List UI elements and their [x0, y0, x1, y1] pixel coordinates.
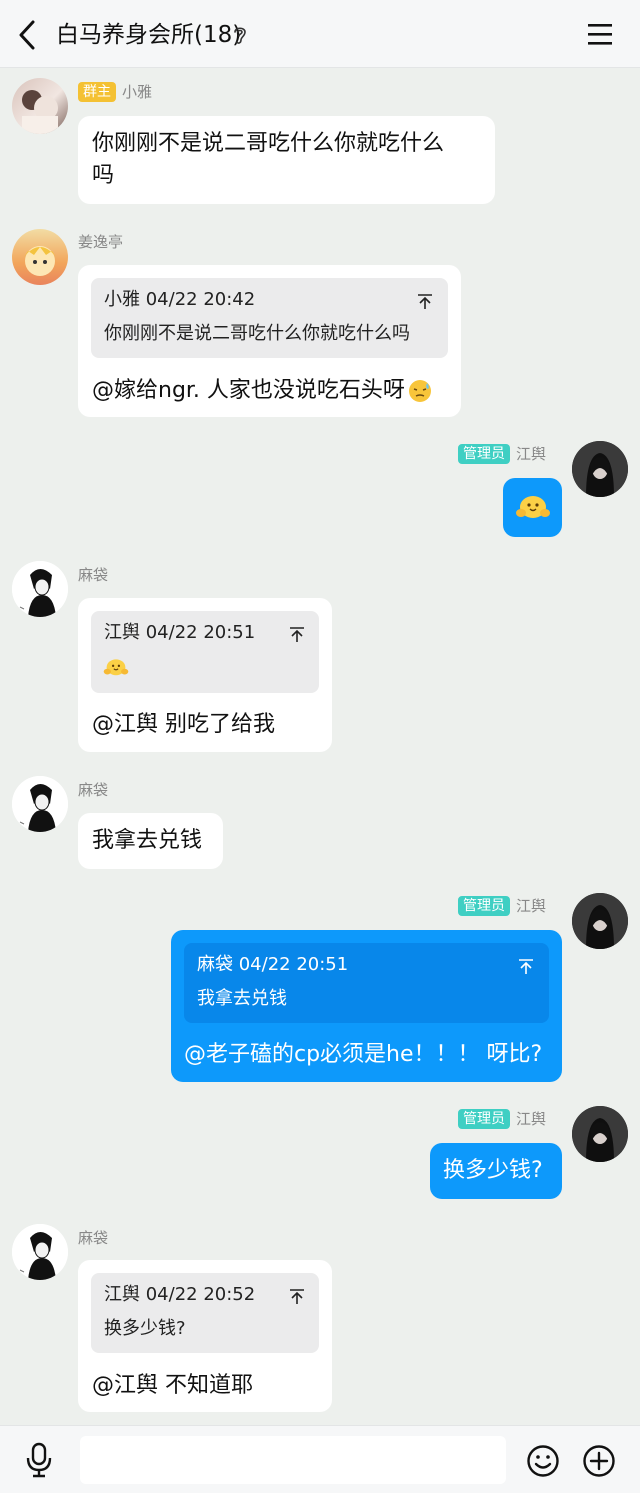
admin-badge: 管理员 [458, 896, 510, 916]
avatar-dark-icon [572, 893, 628, 949]
jump-to-top-icon[interactable] [289, 1289, 305, 1305]
message-text: 吗 [92, 163, 115, 188]
more-button[interactable] [582, 1444, 616, 1478]
sender-row: 麻袋 [78, 563, 108, 587]
avatar[interactable] [572, 1106, 628, 1162]
message-text: 我拿去兑钱 [92, 828, 203, 853]
quoted-message[interactable]: 江舆 04/22 20:51 [91, 611, 319, 693]
plus-circle-icon [583, 1445, 615, 1477]
message-bubble[interactable]: 小雅 04/22 20:42 你刚刚不是说二哥吃什么你就吃什么吗 @嫁给ngr.… [78, 265, 461, 417]
sender-row: 麻袋 [78, 778, 108, 802]
sender-name: 江舆 [516, 1110, 547, 1128]
jump-to-top-icon[interactable] [289, 627, 305, 643]
sender-name: 小雅 [122, 83, 153, 101]
jump-to-top-icon[interactable] [518, 959, 534, 975]
message-text: @江舆 不知道耶 [92, 1373, 253, 1398]
hug-emoji-icon [516, 496, 550, 518]
message-input[interactable] [80, 1436, 506, 1484]
sender-name: 姜逸亭 [78, 233, 124, 251]
sender-row: 姜逸亭 [78, 230, 123, 254]
avatar-anime-icon [24, 246, 56, 276]
avatar-sketch-icon [12, 1224, 68, 1280]
back-button[interactable] [12, 18, 42, 52]
quote-text: 我拿去兑钱 [197, 988, 287, 1009]
quoted-message[interactable]: 小雅 04/22 20:42 你刚刚不是说二哥吃什么你就吃什么吗 [91, 278, 448, 358]
group-title[interactable]: 白马养身会所(18) [56, 20, 241, 50]
avatar-sketch-icon [12, 561, 68, 617]
hamburger-icon [588, 24, 612, 45]
message-bubble[interactable]: 我拿去兑钱 [78, 813, 223, 869]
input-bar [0, 1425, 640, 1493]
quote-meta: 江舆 04/22 20:51 [104, 622, 256, 643]
sender-row: 管理员 江舆 [458, 894, 546, 918]
quote-text: 换多少钱? [104, 1318, 186, 1339]
quote-text: 你刚刚不是说二哥吃什么你就吃什么吗 [104, 323, 410, 344]
sender-name: 麻袋 [78, 781, 109, 799]
sender-name: 江舆 [516, 445, 547, 463]
admin-badge: 管理员 [458, 444, 510, 464]
avatar-photo-icon [22, 90, 58, 134]
quoted-message[interactable]: 江舆 04/22 20:52 换多少钱? [91, 1273, 319, 1353]
message-bubble[interactable]: 麻袋 04/22 20:51 我拿去兑钱 @老子磕的cp必须是he！！！ 呀比? [171, 930, 562, 1082]
avatar[interactable] [12, 561, 68, 617]
hug-emoji-icon [103, 659, 129, 676]
message-text: @江舆 别吃了给我 [92, 712, 275, 737]
message-content: @嫁给ngr. 人家也没说吃石头呀 [92, 375, 433, 407]
ear-icon [234, 27, 246, 44]
sender-name: 麻袋 [78, 1229, 109, 1247]
chevron-left-icon [19, 20, 35, 50]
avatar[interactable] [12, 78, 68, 134]
message-bubble[interactable]: 你刚刚不是说二哥吃什么你就吃什么 吗 [78, 116, 495, 204]
quote-meta: 小雅 04/22 20:42 [104, 289, 256, 310]
owner-badge: 群主 [78, 82, 116, 102]
quote-meta: 江舆 04/22 20:52 [104, 1284, 256, 1305]
avatar[interactable] [12, 1224, 68, 1280]
sender-row: 管理员 江舆 [458, 442, 546, 466]
admin-badge: 管理员 [458, 1109, 510, 1129]
message-text: 换多少钱? [443, 1158, 543, 1183]
avatar-sketch-icon [12, 776, 68, 832]
sender-name: 江舆 [516, 897, 547, 915]
sender-row: 麻袋 [78, 1226, 108, 1250]
jump-to-top-icon[interactable] [417, 294, 433, 310]
avatar[interactable] [572, 893, 628, 949]
avatar-dark-icon [572, 1106, 628, 1162]
sender-name: 麻袋 [78, 566, 109, 584]
voice-button[interactable] [24, 1442, 54, 1478]
emoji-button[interactable] [526, 1444, 560, 1478]
message-text: @嫁给ngr. 人家也没说吃石头呀 [92, 378, 405, 403]
message-text: 你刚刚不是说二哥吃什么你就吃什么 [92, 131, 445, 156]
quoted-message[interactable]: 麻袋 04/22 20:51 我拿去兑钱 [184, 943, 549, 1023]
message-text: @老子磕的cp必须是he！！！ 呀比? [184, 1042, 543, 1067]
smiley-icon [527, 1445, 559, 1477]
sender-row: 群主 小雅 [78, 80, 152, 104]
quote-meta: 麻袋 04/22 20:51 [197, 954, 349, 975]
message-bubble[interactable]: 江舆 04/22 20:51 @江舆 别吃了给我 [78, 598, 332, 752]
chat-header: 白马养身会所(18) [0, 0, 640, 68]
menu-button[interactable] [586, 22, 616, 48]
microphone-icon [26, 1442, 52, 1478]
sender-row: 管理员 江舆 [458, 1107, 546, 1131]
avatar[interactable] [572, 441, 628, 497]
sweat-emoji-icon [408, 380, 431, 402]
message-bubble[interactable] [503, 478, 562, 537]
avatar-dark-icon [572, 441, 628, 497]
avatar[interactable] [12, 776, 68, 832]
avatar[interactable] [12, 229, 68, 285]
message-bubble[interactable]: 换多少钱? [430, 1143, 562, 1199]
message-bubble[interactable]: 江舆 04/22 20:52 换多少钱? @江舆 不知道耶 [78, 1260, 332, 1412]
